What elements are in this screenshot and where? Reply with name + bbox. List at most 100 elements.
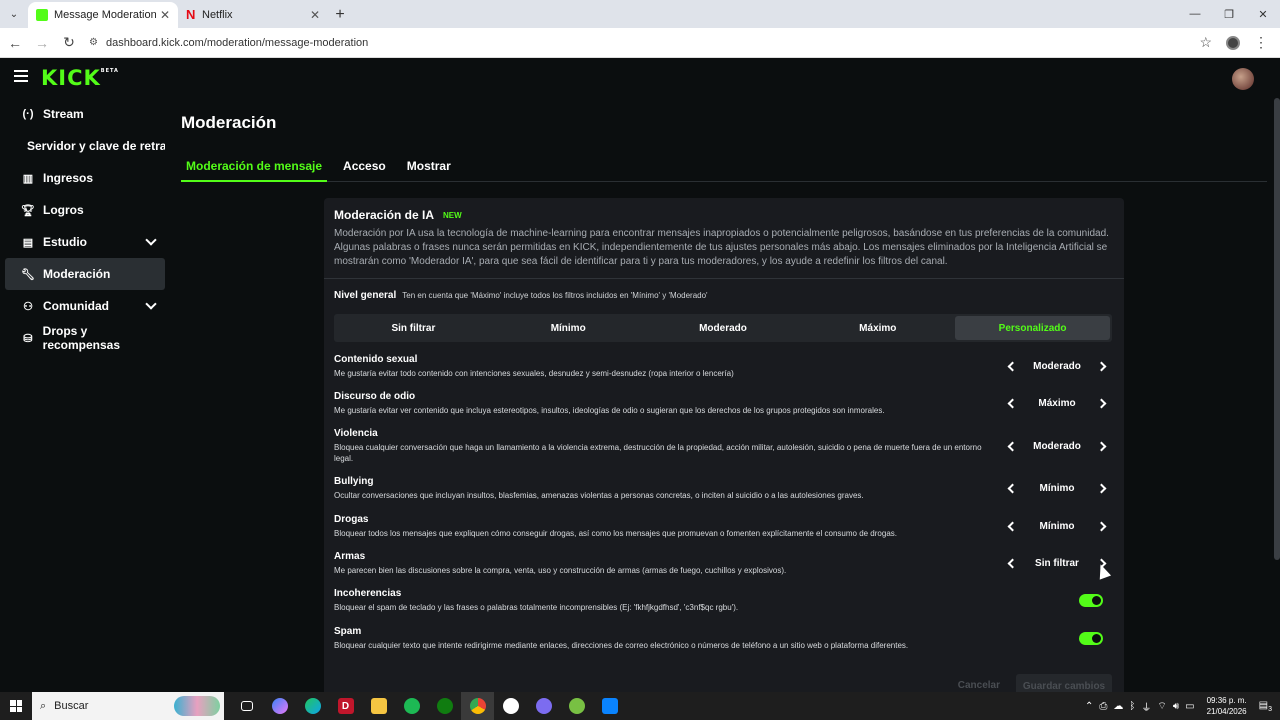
level-stepper: Máximo xyxy=(1000,392,1114,414)
close-window-icon[interactable]: ✕ xyxy=(1246,0,1280,28)
chevron-left-icon[interactable] xyxy=(1000,477,1022,499)
rule-title: Armas xyxy=(334,551,366,562)
chevron-up-icon[interactable]: ⌃ xyxy=(1085,701,1093,712)
browser-tab-kick[interactable]: Message Moderation - Kick Da ✕ xyxy=(28,2,178,28)
sidebar-item-moderation[interactable]: 🔧︎ Moderación xyxy=(5,258,165,290)
level-option-minimum[interactable]: Mínimo xyxy=(491,316,646,340)
clock[interactable]: 09:36 p. m. 21/04/2026 xyxy=(1207,695,1247,717)
task-view-icon[interactable] xyxy=(230,692,263,720)
level-option-unfiltered[interactable]: Sin filtrar xyxy=(336,316,491,340)
level-option-custom[interactable]: Personalizado xyxy=(955,316,1110,340)
new-tab-icon[interactable]: + xyxy=(328,2,352,28)
bluetooth-icon[interactable]: ᛒ xyxy=(1129,701,1135,712)
chevron-left-icon[interactable] xyxy=(1000,392,1022,414)
chevron-left-icon[interactable] xyxy=(1000,435,1022,457)
sidebar-item-label: Ingresos xyxy=(43,171,94,185)
avatar[interactable] xyxy=(1232,68,1254,90)
spam-toggle[interactable] xyxy=(1079,632,1103,645)
chevron-right-icon[interactable] xyxy=(1092,355,1114,377)
sidebar-item-server-key[interactable]: Servidor y clave de retransn xyxy=(5,130,165,162)
chevron-right-icon[interactable] xyxy=(1092,477,1114,499)
back-icon[interactable]: ← xyxy=(3,31,27,55)
forward-icon[interactable]: → xyxy=(30,31,54,55)
minimize-icon[interactable]: — xyxy=(1178,0,1212,28)
studio-icon: ▤ xyxy=(22,236,34,249)
app-store-icon[interactable] xyxy=(593,692,626,720)
close-icon[interactable]: ✕ xyxy=(160,8,170,22)
sidebar-item-achievements[interactable]: 🏆︎ Logros xyxy=(5,194,165,226)
d-app-icon[interactable]: D xyxy=(329,692,362,720)
browser-profile-icon[interactable] xyxy=(1226,35,1240,50)
github-icon[interactable] xyxy=(494,692,527,720)
rule-description: Bloquear cualquier texto que intente red… xyxy=(334,641,909,650)
level-stepper: Moderado xyxy=(1000,355,1114,377)
community-icon: ⚇ xyxy=(23,300,33,313)
level-stepper: Mínimo xyxy=(1000,477,1114,499)
volume-icon[interactable]: 🔊︎ xyxy=(1173,701,1179,712)
chevron-right-icon[interactable] xyxy=(1092,392,1114,414)
tab-search-icon[interactable]: ⌄ xyxy=(0,0,28,28)
card-description: Moderación por IA usa la tecnología de m… xyxy=(334,228,1109,267)
notification-icon[interactable]: ▤3 xyxy=(1259,700,1272,713)
site-settings-icon[interactable]: ⚙ xyxy=(89,37,98,48)
chevron-left-icon[interactable] xyxy=(1000,515,1022,537)
file-explorer-icon[interactable] xyxy=(362,692,395,720)
chrome-profile-icon[interactable] xyxy=(527,692,560,720)
card-title: Moderación de IA NEW xyxy=(334,208,1114,222)
usb-icon[interactable]: ⏚ xyxy=(1141,699,1151,714)
browser-tab-netflix[interactable]: N Netflix ✕ xyxy=(178,2,328,28)
sidebar: (·) Stream Servidor y clave de retransn … xyxy=(0,98,170,354)
restore-icon[interactable]: ❐ xyxy=(1212,0,1246,28)
save-button[interactable]: Guardar cambios xyxy=(1016,674,1112,692)
sidebar-item-studio[interactable]: ▤ Estudio xyxy=(5,226,165,258)
spotify-icon[interactable] xyxy=(395,692,428,720)
level-option-maximum[interactable]: Máximo xyxy=(800,316,955,340)
chevron-left-icon[interactable] xyxy=(1000,552,1022,574)
browser-menu-icon[interactable]: ⋮ xyxy=(1254,34,1268,51)
chevron-right-icon[interactable] xyxy=(1092,515,1114,537)
sidebar-item-label: Drops y recompensas xyxy=(42,324,121,352)
level-option-moderate[interactable]: Moderado xyxy=(646,316,801,340)
sidebar-item-label: Comunidad xyxy=(43,299,109,313)
taskbar-search[interactable]: ⌕ Buscar xyxy=(32,692,224,720)
page-scrollbar[interactable] xyxy=(1274,98,1280,560)
browser-tab-bar: ⌄ Message Moderation - Kick Da ✕ N Netfl… xyxy=(0,0,1280,28)
cancel-button[interactable]: Cancelar xyxy=(958,680,1000,691)
url-text: dashboard.kick.com/moderation/message-mo… xyxy=(105,36,369,49)
edge-icon[interactable] xyxy=(296,692,329,720)
sidebar-item-income[interactable]: ▥ Ingresos xyxy=(5,162,165,194)
reload-icon[interactable]: ↻ xyxy=(57,31,81,55)
wifi-icon[interactable]: ⌔ xyxy=(1157,700,1166,713)
menu-icon[interactable] xyxy=(14,70,28,82)
cloud-icon[interactable]: ☁ xyxy=(1113,701,1123,712)
tab-access[interactable]: Acceso xyxy=(338,156,391,182)
ai-moderation-card: Moderación de IA NEW Moderación por IA u… xyxy=(324,198,1124,692)
sidebar-item-drops[interactable]: ⛁ Drops y recompensas xyxy=(5,322,165,354)
xbox-icon[interactable] xyxy=(428,692,461,720)
tab-message-moderation[interactable]: Moderación de mensaje xyxy=(181,156,328,182)
kick-logo[interactable]: KICKBETA xyxy=(41,66,119,90)
sidebar-item-community[interactable]: ⚇ Comunidad xyxy=(5,290,165,322)
rule-title: Spam xyxy=(334,626,362,637)
copilot-icon[interactable] xyxy=(263,692,296,720)
level-label: Nivel general xyxy=(334,290,397,301)
chevron-right-icon[interactable] xyxy=(1092,435,1114,457)
sidebar-item-stream[interactable]: (·) Stream xyxy=(5,98,165,130)
chrome-icon[interactable] xyxy=(461,692,494,720)
address-bar: ← → ↻ ⚙ dashboard.kick.com/moderation/me… xyxy=(0,28,1280,58)
rule-description: Ocultar conversaciones que incluyan insu… xyxy=(334,491,864,500)
search-highlight-image xyxy=(174,696,220,716)
utorrent-icon[interactable] xyxy=(560,692,593,720)
printer-icon[interactable]: ⎙ xyxy=(1099,701,1107,712)
rule-gibberish: Incoherencias Bloquear el spam de teclad… xyxy=(334,588,1114,613)
bookmark-star-icon[interactable]: ☆ xyxy=(1199,34,1212,51)
battery-icon[interactable]: ▭ xyxy=(1185,701,1194,712)
close-icon[interactable]: ✕ xyxy=(310,8,320,22)
url-field[interactable]: ⚙ dashboard.kick.com/moderation/message-… xyxy=(89,31,1191,55)
gibberish-toggle[interactable] xyxy=(1079,594,1103,607)
tab-display[interactable]: Mostrar xyxy=(402,156,456,182)
card-title-text: Moderación de IA xyxy=(334,208,435,222)
chevron-left-icon[interactable] xyxy=(1000,355,1022,377)
rule-hate-speech: Discurso de odio Me gustaría evitar ver … xyxy=(334,391,1114,416)
start-button[interactable] xyxy=(0,692,32,720)
